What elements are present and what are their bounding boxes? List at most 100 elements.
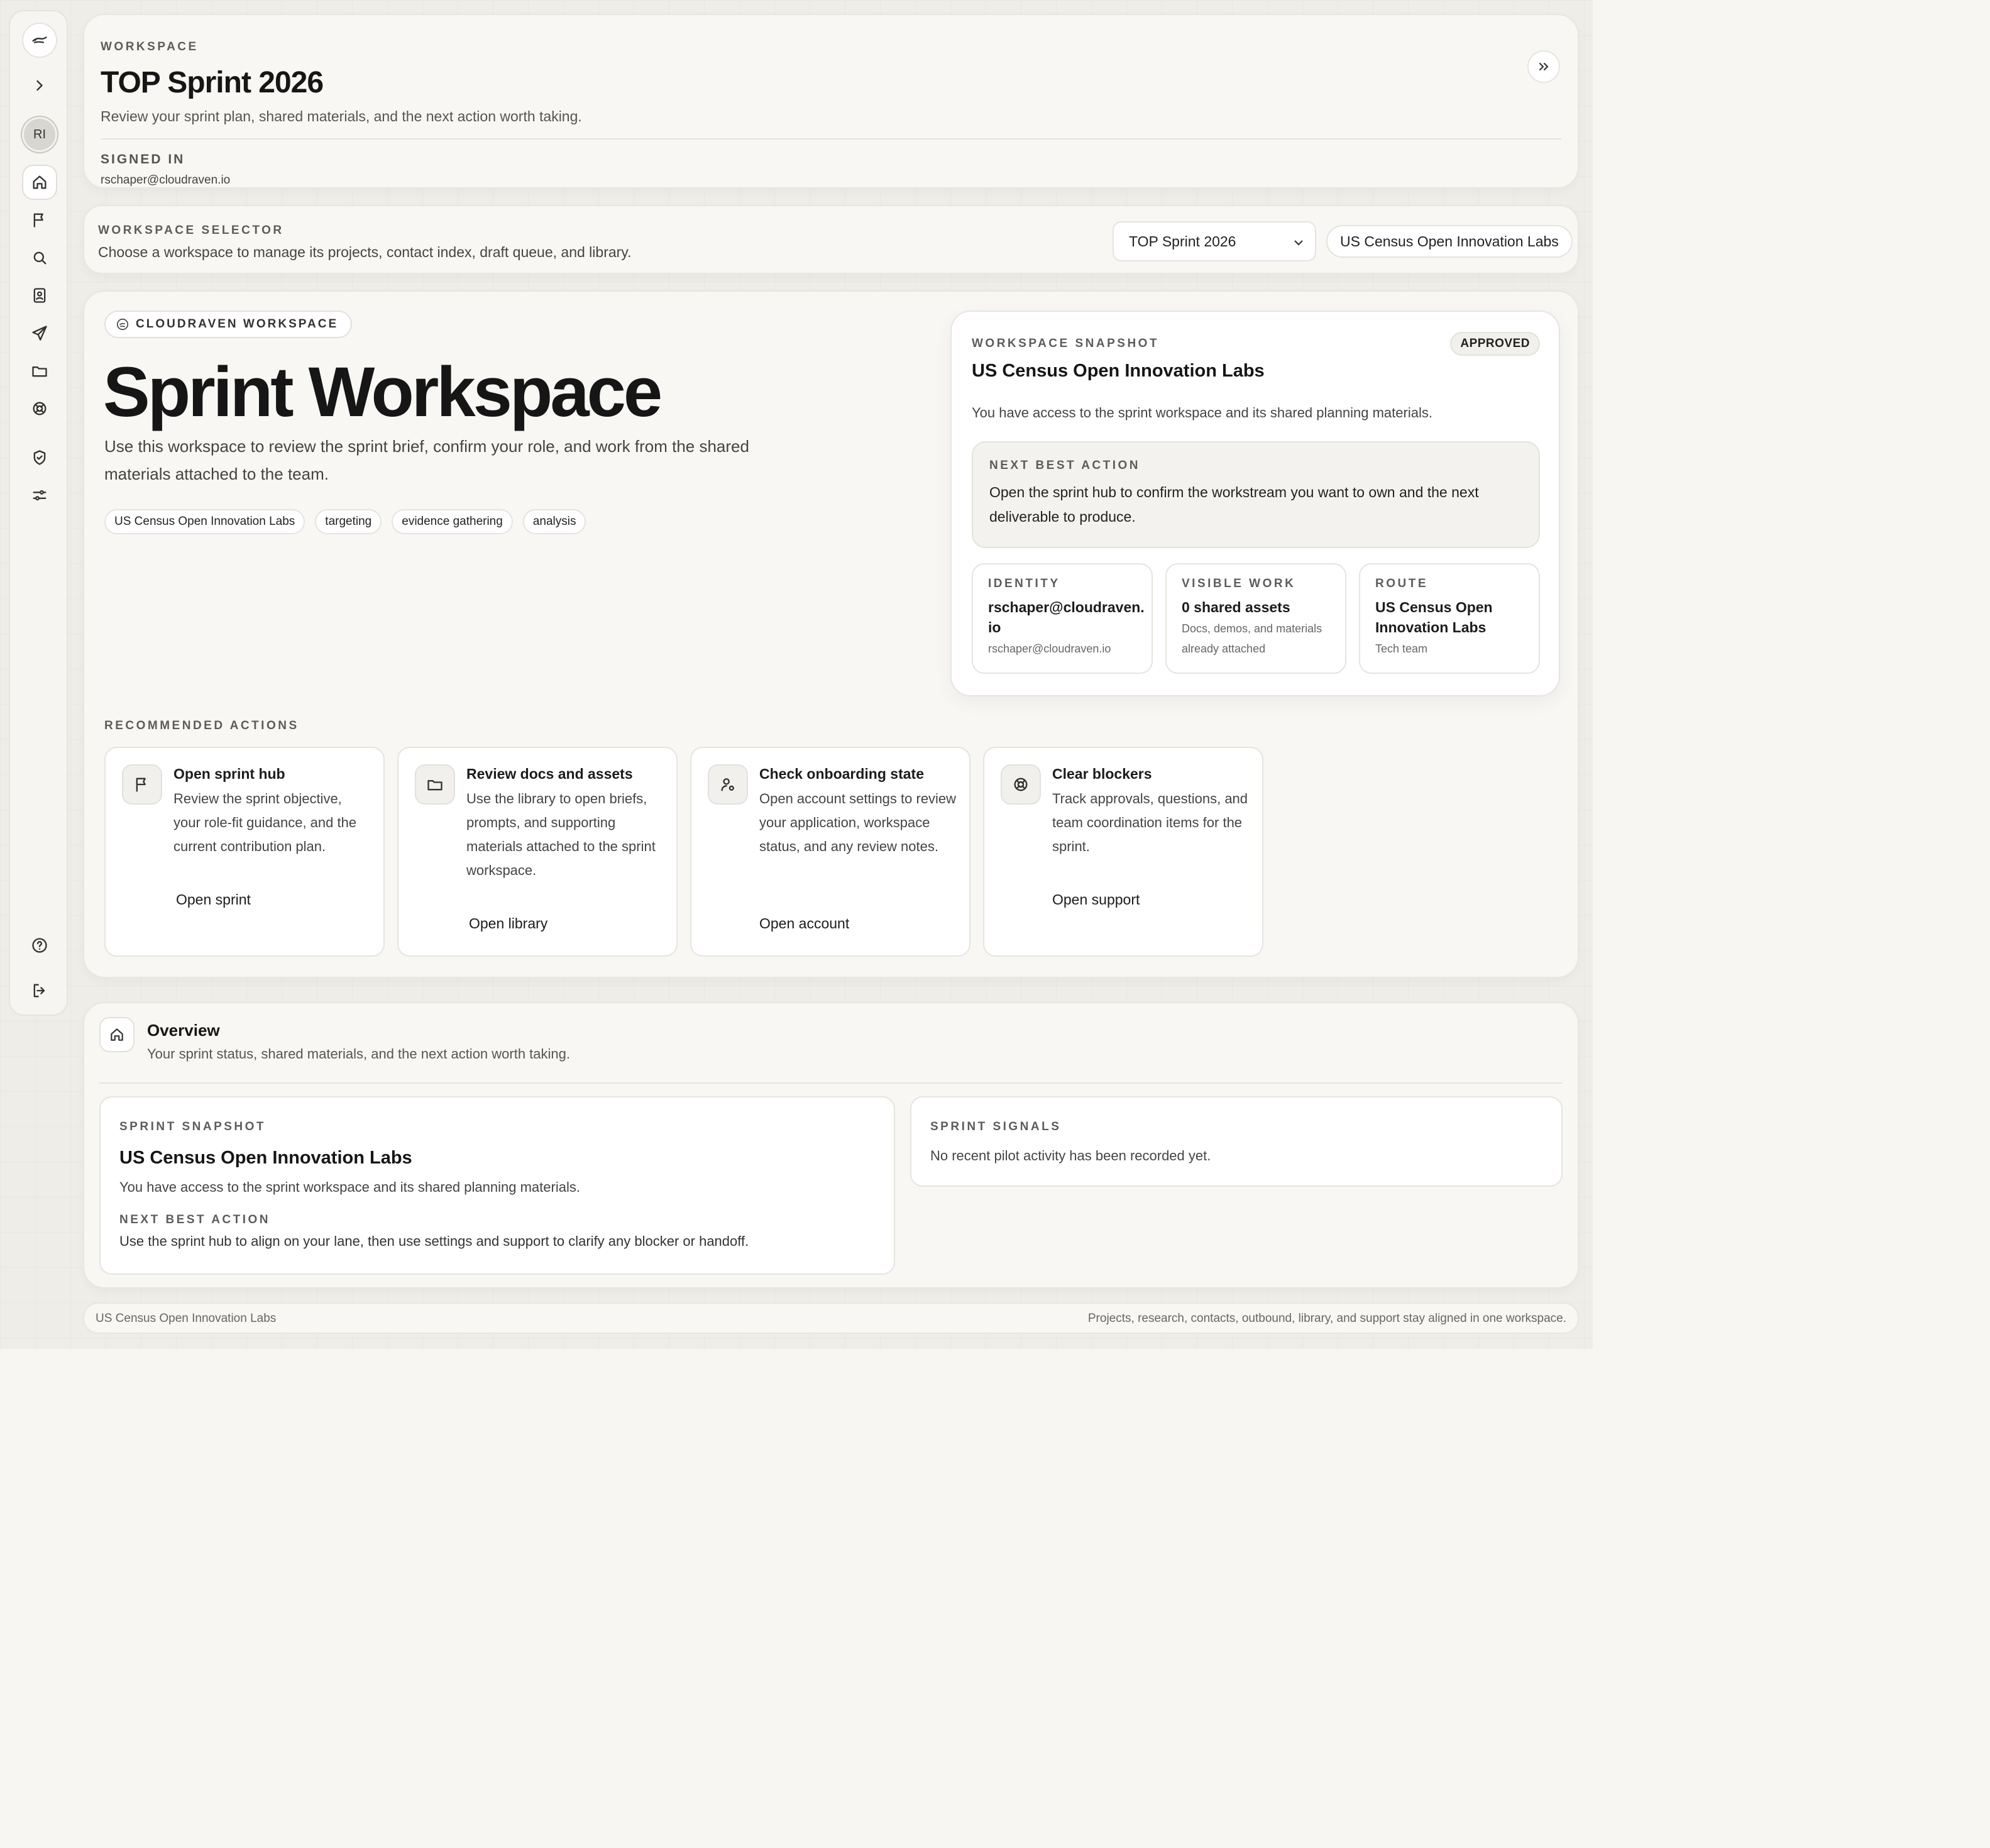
tag[interactable]: targeting	[315, 509, 382, 534]
next-best-action: NEXT BEST ACTION Open the sprint hub to …	[972, 441, 1540, 548]
route-value: US Census Open Innovation Labs	[1375, 599, 1493, 635]
lifebuoy-icon	[1001, 764, 1041, 805]
action-body: Review the sprint objective, your role-f…	[173, 791, 357, 854]
action-card-blockers[interactable]: Clear blockers Track approvals, question…	[983, 747, 1263, 957]
action-title: Check onboarding state	[759, 766, 924, 782]
hero-panel: CLOUDRAVEN WORKSPACE Sprint Workspace Us…	[83, 290, 1579, 978]
tag-list: US Census Open Innovation Labs targeting…	[104, 509, 586, 534]
header-divider	[101, 138, 1561, 140]
folder-icon	[415, 764, 455, 805]
route-card: ROUTE US Census Open Innovation Labs Tec…	[1359, 563, 1540, 674]
action-body: Use the library to open briefs, prompts,…	[466, 791, 656, 878]
action-card-docs[interactable]: Review docs and assets Use the library t…	[397, 747, 678, 957]
action-title: Review docs and assets	[466, 766, 633, 782]
sprint-snapshot-title: US Census Open Innovation Labs	[119, 1148, 412, 1168]
tag[interactable]: evidence gathering	[392, 509, 513, 534]
overview-subtitle: Your sprint status, shared materials, an…	[147, 1046, 570, 1062]
snapshot-title: US Census Open Innovation Labs	[972, 361, 1265, 381]
brand-icon	[116, 318, 129, 331]
footer-tagline: Projects, research, contacts, outbound, …	[1087, 1312, 1566, 1325]
action-body: Open account settings to review your app…	[759, 791, 957, 854]
selector-eyebrow: WORKSPACE SELECTOR	[98, 224, 284, 237]
send-icon[interactable]	[22, 316, 57, 351]
workspace-header: WORKSPACE TOP Sprint 2026 Review your sp…	[83, 14, 1579, 189]
page-title: TOP Sprint 2026	[101, 66, 324, 99]
workspace-select-value: TOP Sprint 2026	[1129, 233, 1236, 250]
header-eyebrow: WORKSPACE	[101, 40, 199, 53]
sliders-icon[interactable]	[22, 478, 57, 513]
visible-work-label: VISIBLE WORK	[1182, 577, 1296, 590]
open-account-link[interactable]: Open account	[759, 915, 849, 932]
workspace-selector: WORKSPACE SELECTOR Choose a workspace to…	[83, 205, 1579, 274]
sidebar: RI	[9, 10, 68, 1016]
sprint-snapshot-card: SPRINT SNAPSHOT US Census Open Innovatio…	[99, 1096, 895, 1275]
workspace-snapshot-card: WORKSPACE SNAPSHOT APPROVED US Census Op…	[950, 311, 1560, 696]
footer: US Census Open Innovation Labs Projects,…	[83, 1302, 1579, 1334]
visible-work-note: Docs, demos, and materials already attac…	[1182, 622, 1322, 655]
sprint-snapshot-text: You have access to the sprint workspace …	[119, 1179, 580, 1195]
home-icon	[99, 1017, 135, 1052]
tag[interactable]: analysis	[522, 509, 586, 534]
flag-icon[interactable]	[22, 202, 57, 238]
status-badge: APPROVED	[1450, 332, 1540, 356]
flag-icon	[122, 764, 162, 805]
route-label: ROUTE	[1375, 577, 1428, 590]
folder-icon[interactable]	[22, 353, 57, 388]
avatar[interactable]: RI	[22, 117, 57, 152]
identity-value: rschaper@cloudraven.io	[988, 599, 1145, 635]
workspace-select[interactable]: TOP Sprint 2026	[1113, 221, 1316, 261]
nba-label: NEXT BEST ACTION	[989, 459, 1141, 472]
contacts-icon[interactable]	[22, 278, 57, 313]
action-title: Clear blockers	[1052, 766, 1152, 782]
hero-title: Sprint Workspace	[103, 353, 662, 431]
overview-divider	[99, 1082, 1563, 1084]
footer-org: US Census Open Innovation Labs	[96, 1312, 277, 1325]
organization-pill[interactable]: US Census Open Innovation Labs	[1326, 225, 1573, 258]
visible-work-card: VISIBLE WORK 0 shared assets Docs, demos…	[1165, 563, 1346, 674]
visible-work-value: 0 shared assets	[1182, 599, 1290, 615]
overview-panel: Overview Your sprint status, shared mate…	[83, 1002, 1579, 1289]
chevrons-right-icon	[1539, 62, 1549, 71]
search-icon[interactable]	[22, 240, 57, 275]
identity-label: IDENTITY	[988, 577, 1060, 590]
open-sprint-link[interactable]: Open sprint	[176, 891, 251, 908]
sprint-nba-label: NEXT BEST ACTION	[119, 1213, 271, 1226]
signed-in-email: rschaper@cloudraven.io	[101, 173, 231, 187]
action-body: Track approvals, questions, and team coo…	[1052, 791, 1248, 854]
lifebuoy-icon[interactable]	[22, 391, 57, 426]
overview-title: Overview	[147, 1021, 220, 1040]
sprint-signals-eyebrow: SPRINT SIGNALS	[930, 1120, 1062, 1133]
tag[interactable]: US Census Open Innovation Labs	[104, 509, 305, 534]
brand-label: CLOUDRAVEN WORKSPACE	[136, 317, 339, 331]
snapshot-access: You have access to the sprint workspace …	[972, 405, 1432, 421]
expand-panel-button[interactable]	[1527, 50, 1560, 83]
action-card-sprint-hub[interactable]: Open sprint hub Review the sprint object…	[104, 747, 385, 957]
sprint-snapshot-eyebrow: SPRINT SNAPSHOT	[119, 1120, 267, 1133]
chevron-down-icon	[1294, 240, 1303, 246]
logo-icon[interactable]	[22, 23, 57, 58]
sprint-nba-text: Use the sprint hub to align on your lane…	[119, 1233, 749, 1249]
logout-icon[interactable]	[22, 973, 57, 1008]
selector-description: Choose a workspace to manage its project…	[98, 244, 632, 260]
route-note: Tech team	[1375, 642, 1428, 655]
user-settings-icon	[708, 764, 748, 805]
brand-badge: CLOUDRAVEN WORKSPACE	[104, 311, 353, 338]
signed-in-label: SIGNED IN	[101, 152, 185, 167]
shield-icon[interactable]	[22, 440, 57, 475]
hero-lead: Use this workspace to review the sprint …	[104, 437, 749, 483]
action-card-onboarding[interactable]: Check onboarding state Open account sett…	[690, 747, 970, 957]
snapshot-eyebrow: WORKSPACE SNAPSHOT	[972, 337, 1160, 350]
open-library-link[interactable]: Open library	[469, 915, 547, 932]
header-subtitle: Review your sprint plan, shared material…	[101, 108, 582, 124]
chevron-right-icon[interactable]	[22, 68, 57, 103]
sprint-signals-text: No recent pilot activity has been record…	[930, 1148, 1211, 1163]
help-icon[interactable]	[22, 928, 57, 963]
identity-card: IDENTITY rschaper@cloudraven.io rschaper…	[972, 563, 1153, 674]
open-support-link[interactable]: Open support	[1052, 891, 1140, 908]
action-title: Open sprint hub	[173, 766, 285, 782]
home-icon[interactable]	[22, 165, 57, 200]
identity-note: rschaper@cloudraven.io	[988, 642, 1111, 655]
sprint-signals-card: SPRINT SIGNALS No recent pilot activity …	[910, 1096, 1563, 1187]
recommended-actions-label: RECOMMENDED ACTIONS	[104, 719, 299, 732]
nba-text: Open the sprint hub to confirm the works…	[989, 484, 1479, 525]
